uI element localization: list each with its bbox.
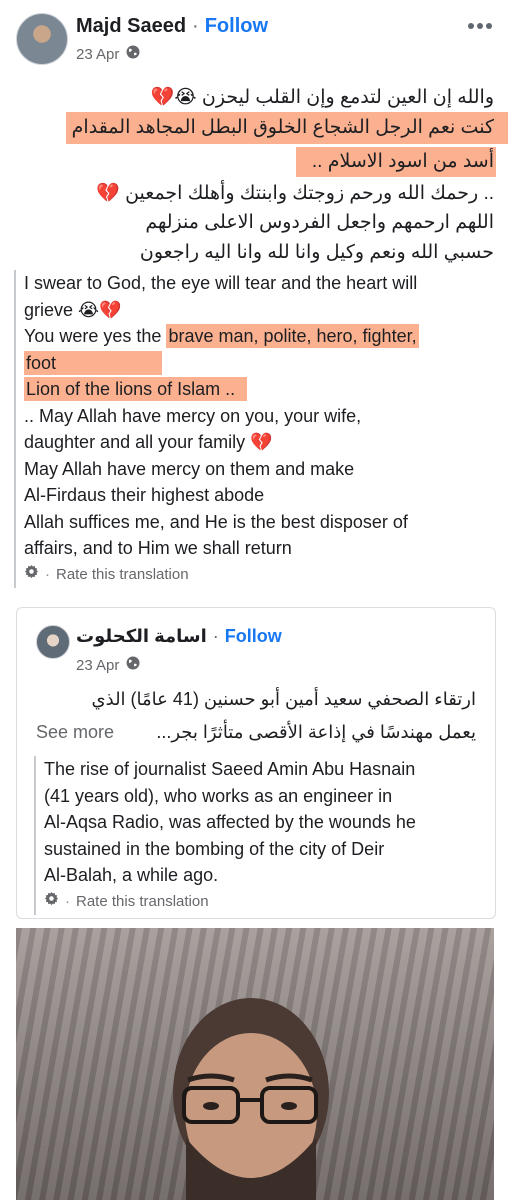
portrait-eye <box>203 1102 219 1110</box>
arabic-line-highlighted: كنت نعم الرجل الشجاع الخلوق البطل المجاه… <box>71 117 494 138</box>
separator-dot: · <box>212 626 219 646</box>
separator-dot: · <box>192 15 199 37</box>
translation-line: You were yes the brave man, polite, hero… <box>24 323 504 350</box>
gear-icon <box>44 889 59 916</box>
translation-line: .. May Allah have mercy on you, your wif… <box>24 405 362 426</box>
translation-line: Al-Firdaus their highest abode <box>24 485 265 505</box>
highlighted-text: brave man, polite, hero, fighter, <box>166 324 419 348</box>
translation-line: foot <box>24 350 504 377</box>
translation-line: May Allah have mercy on them and make <box>24 458 355 479</box>
shared-post-meta: 23 Apr <box>76 655 141 675</box>
see-more-link[interactable]: See more <box>36 722 114 743</box>
gear-icon <box>24 562 39 589</box>
globe-icon <box>125 655 141 675</box>
rate-translation-row: · Rate this translation <box>24 562 504 589</box>
translation-line: sustained in the bombing of the city of … <box>44 838 385 859</box>
separator-dot: · <box>45 565 50 583</box>
rate-translation-link[interactable]: Rate this translation <box>76 889 209 916</box>
shared-author-name[interactable]: اسامة الكحلوت <box>76 626 207 646</box>
separator-dot: · <box>65 892 70 910</box>
highlighted-text: Lion of the lions of Islam .. <box>24 377 248 401</box>
arabic-line: حسبي الله ونعم وكيل وانا لله وانا اليه ر… <box>139 242 494 263</box>
portrait-eye <box>281 1102 297 1110</box>
translation-line: Al-Aqsa Radio, was affected by the wound… <box>44 812 416 832</box>
arabic-line-highlighted: أسد من اسود الاسلام .. <box>311 151 494 172</box>
more-icon <box>468 16 492 34</box>
highlighted-text: foot <box>24 350 163 375</box>
post-meta: 23 Apr <box>76 44 141 64</box>
translation-line: (41 years old), who works as an engineer… <box>44 785 393 806</box>
post-header: Majd Saeed · Follow <box>76 15 268 38</box>
translation-text: You were yes the <box>24 326 167 346</box>
arabic-line: .. رحمك الله ورحم زوجتك وابنتك وأهلك اجم… <box>96 183 494 204</box>
author-name[interactable]: Majd Saeed <box>76 15 186 37</box>
translation-line: affairs, and to Him we shall return <box>24 538 292 558</box>
post-date[interactable]: 23 Apr <box>76 46 119 63</box>
translation-line: Allah suffices me, and He is the best di… <box>24 511 408 532</box>
shared-follow-button[interactable]: Follow <box>225 626 282 646</box>
globe-icon <box>125 44 141 64</box>
shared-arabic-line: ارتقاء الصحفي سعيد أمين أبو حسنين (41 عا… <box>91 689 476 709</box>
more-options-button[interactable] <box>464 10 496 40</box>
translation-line: Al-Balah, a while ago. <box>44 865 219 885</box>
shared-post-header: اسامة الكحلوت · Follow <box>76 626 282 647</box>
translation-line: The rise of journalist Saeed Amin Abu Ha… <box>44 759 416 779</box>
rate-translation-row: · Rate this translation <box>44 889 484 916</box>
arabic-line: والله إن العين لتدمع وإن القلب ليحزن 😭💔 <box>150 87 494 108</box>
shared-arabic-line: يعمل مهندسًا في إذاعة الأقصى متأثرًا بجر… <box>156 722 476 742</box>
translation-line: daughter and all your family 💔 <box>24 432 273 452</box>
shared-translation: The rise of journalist Saeed Amin Abu Ha… <box>34 756 484 915</box>
arabic-line: اللهم ارحمهم واجعل الفردوس الاعلى منزلهم <box>145 212 494 233</box>
author-avatar[interactable] <box>16 13 68 65</box>
translation-line: grieve 😭💔 <box>24 299 122 320</box>
shared-post-date[interactable]: 23 Apr <box>76 657 119 674</box>
person-portrait <box>173 998 329 1200</box>
translation-line: Lion of the lions of Islam .. <box>24 376 504 403</box>
rate-translation-link[interactable]: Rate this translation <box>56 562 189 589</box>
translation-line: I swear to God, the eye will tear and th… <box>24 273 418 293</box>
shared-post-photo[interactable] <box>16 928 494 1200</box>
shared-author-avatar[interactable] <box>36 625 70 659</box>
follow-button[interactable]: Follow <box>205 15 268 37</box>
post-translation: I swear to God, the eye will tear and th… <box>14 270 504 588</box>
